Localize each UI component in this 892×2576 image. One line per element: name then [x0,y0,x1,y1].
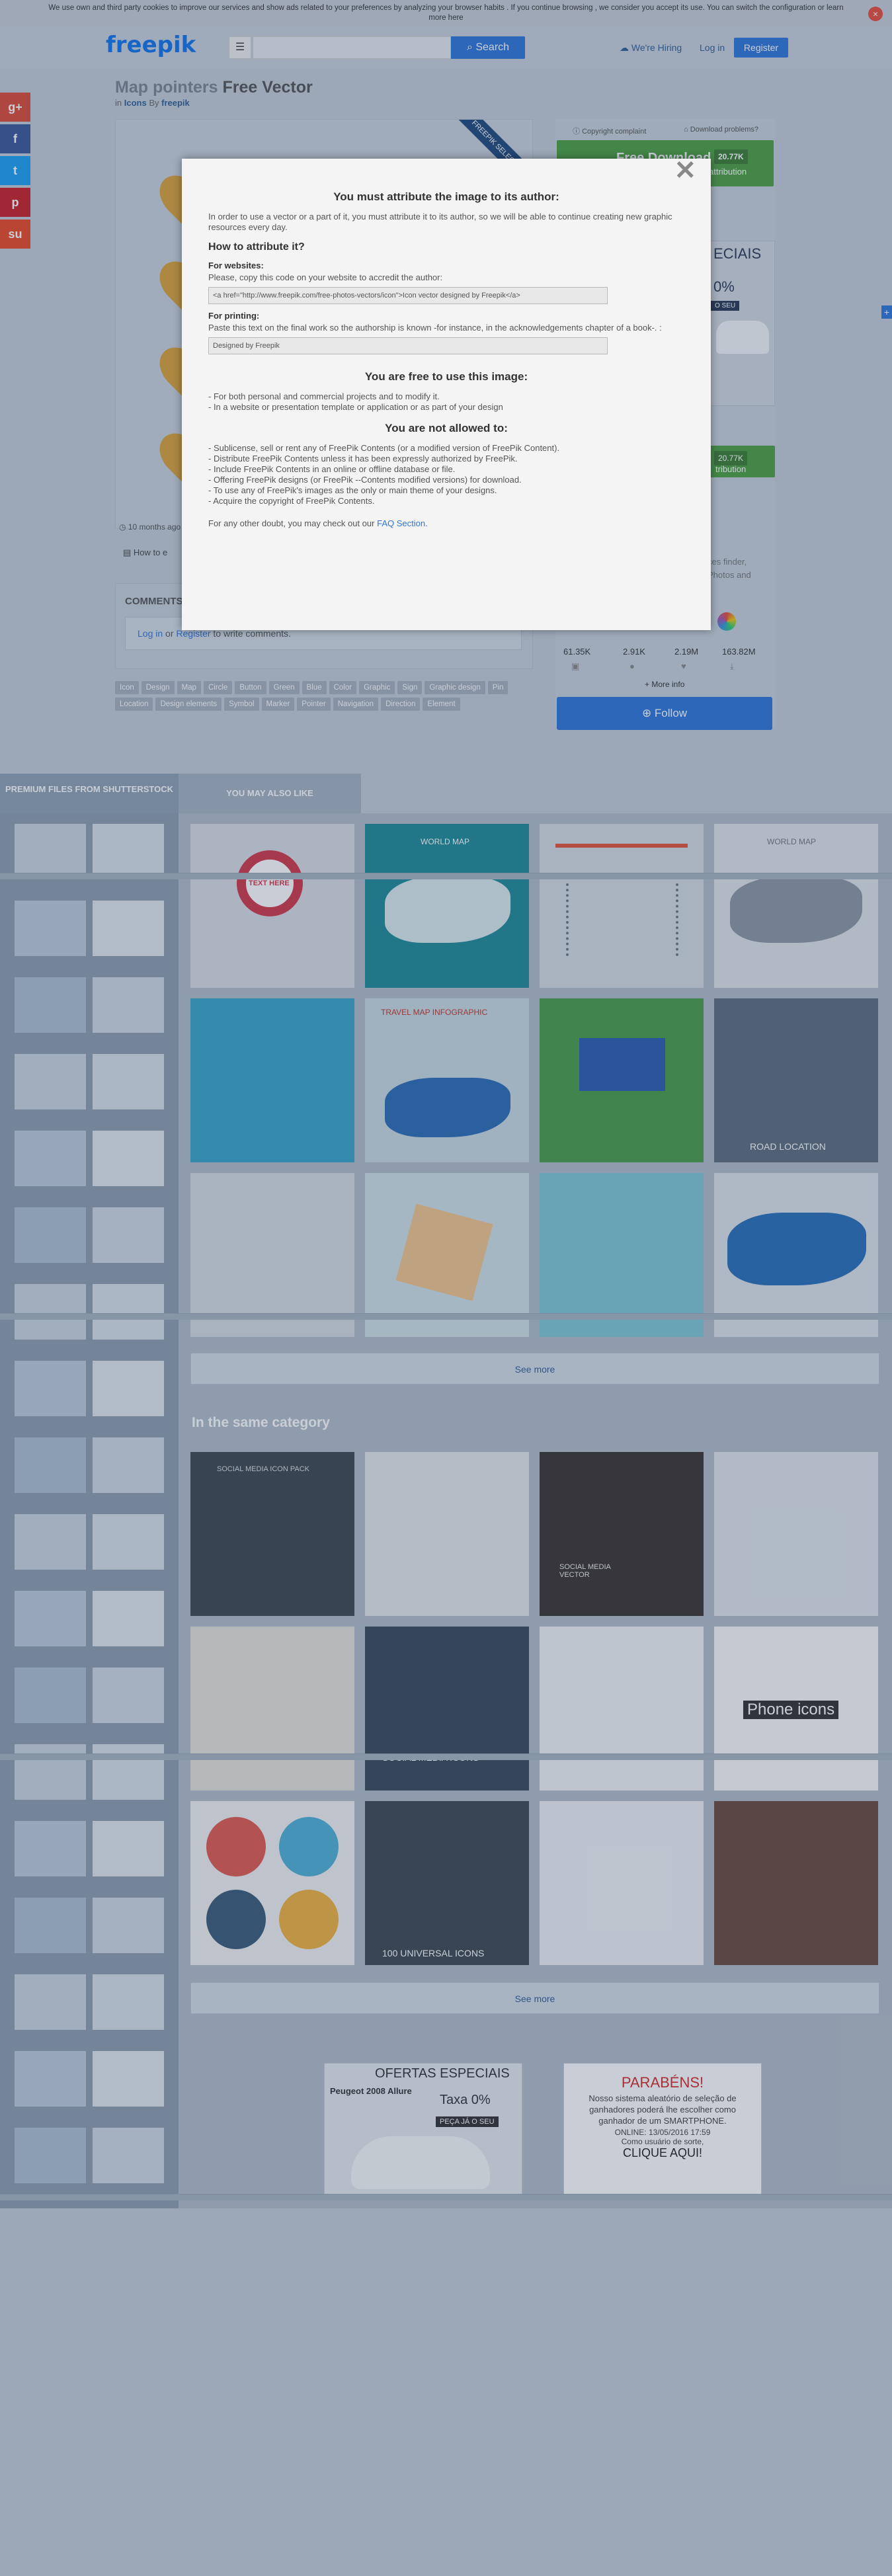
printing-heading: For printing: [208,311,260,321]
website-code-field[interactable]: <a href="http://www.freepik.com/free-pho… [208,287,608,304]
printing-code-field[interactable]: Designed by Freepik [208,337,608,354]
not-allowed-item: - Include FreePik Contents in an online … [208,464,456,474]
not-allowed-item: - Offering FreePik designs (or FreePik -… [208,475,522,485]
faq-line: For any other doubt, you may check out o… [208,518,684,529]
free-item: - For both personal and commercial proje… [208,391,440,401]
faq-link[interactable]: FAQ Section. [377,518,428,528]
free-to-use-heading: You are free to use this image: [364,370,528,383]
modal-title: You must attribute the image to its auth… [333,190,559,203]
websites-heading: For websites: [208,261,264,270]
not-allowed-item: - Distribute FreePik Contents unless it … [208,454,518,463]
modal-intro: In order to use a vector or a part of it… [208,212,672,232]
websites-text: Please, copy this code on your website t… [208,272,443,282]
close-icon[interactable]: ✕ [674,157,696,184]
free-item: - In a website or presentation template … [208,402,503,412]
not-allowed-item: - To use any of FreePik's images as the … [208,485,497,495]
not-allowed-heading: You are not allowed to: [385,422,508,434]
how-to-attribute-heading: How to attribute it? [208,241,305,253]
doubt-text: For any other doubt, you may check out o… [208,518,375,528]
not-allowed-item: - Sublicense, sell or rent any of FreePi… [208,443,560,453]
attribution-modal: ✕ You must attribute the image to its au… [182,157,711,630]
printing-text: Paste this text on the final work so the… [208,323,662,333]
not-allowed-item: - Acquire the copyright of FreePik Conte… [208,496,375,506]
